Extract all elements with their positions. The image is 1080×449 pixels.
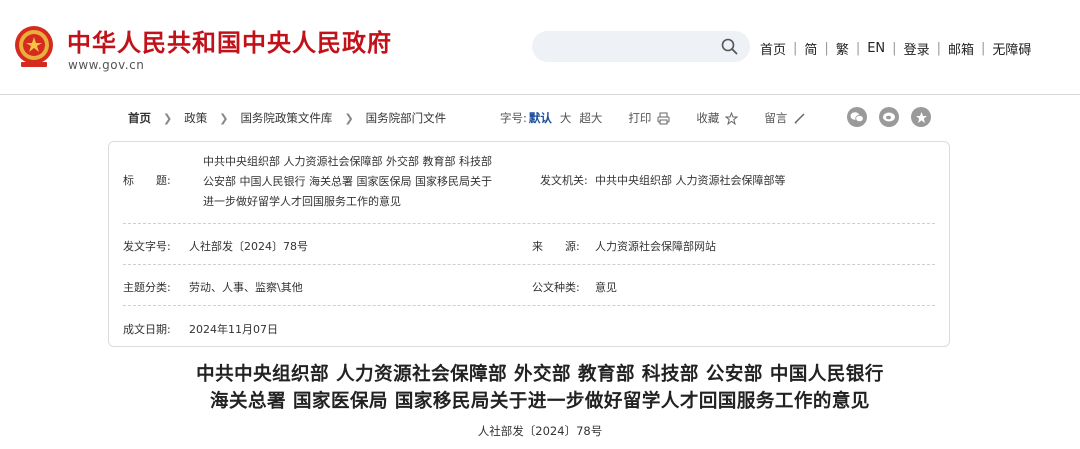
chevron-right-icon: ❯ — [219, 111, 229, 125]
title-value: 中共中央组织部 人力资源社会保障部 外交部 教育部 科技部 公安部 中国人民银行… — [203, 152, 492, 212]
font-size-label: 字号: — [500, 111, 527, 125]
search-input[interactable] — [532, 31, 750, 62]
title-line: 进一步做好留学人才回国服务工作的意见 — [203, 195, 401, 208]
star-icon[interactable] — [911, 107, 931, 127]
nav-separator: | — [980, 41, 986, 56]
print-icon — [657, 112, 670, 124]
doc-type-value: 意见 — [595, 281, 617, 294]
info-row-date: 成文日期: 2024年11月07日 — [123, 306, 935, 347]
star-outline-icon — [725, 111, 739, 125]
title-label: 标 题: — [123, 174, 171, 187]
document-title-line: 海关总署 国家医保局 国家移民局关于进一步做好留学人才回国服务工作的意见 — [210, 391, 870, 412]
font-size-default[interactable]: 默认 — [529, 110, 552, 126]
share-buttons — [847, 107, 943, 127]
issuer-value: 中共中央组织部 人力资源社会保障部等 — [595, 174, 786, 187]
national-emblem-icon[interactable] — [11, 24, 57, 70]
info-row-docno: 发文字号: 人社部发〔2024〕78号 来 源: 人力资源社会保障部网站 — [123, 224, 935, 265]
comment-label: 留言 — [764, 111, 788, 125]
breadcrumb: 首页 ❯ 政策 ❯ 国务院政策文件库 ❯ 国务院部门文件 — [128, 110, 446, 126]
topic-label: 主题分类: — [123, 281, 171, 294]
document-info-box: 标 题: 中共中央组织部 人力资源社会保障部 外交部 教育部 科技部 公安部 中… — [108, 141, 950, 347]
pencil-icon — [794, 112, 805, 124]
breadcrumb-policy-library[interactable]: 国务院政策文件库 — [240, 110, 332, 126]
font-size-large[interactable]: 大 — [560, 110, 572, 126]
source-label: 来 源: — [532, 240, 580, 253]
nav-simplified[interactable]: 简 — [804, 39, 817, 58]
nav-separator: | — [824, 41, 829, 56]
breadcrumb-toolbar: 首页 ❯ 政策 ❯ 国务院政策文件库 ❯ 国务院部门文件 字号: 默认 大 超大… — [0, 104, 1080, 132]
print-button[interactable]: 打印 — [628, 110, 670, 126]
site-header: 中华人民共和国中央人民政府 www.gov.cn 首页 | 简 | 繁 | EN… — [0, 0, 1080, 95]
article-tools: 字号: 默认 大 超大 打印 收藏 留言 — [500, 110, 806, 126]
chevron-right-icon: ❯ — [163, 111, 173, 125]
info-row-title: 标 题: 中共中央组织部 人力资源社会保障部 外交部 教育部 科技部 公安部 中… — [123, 142, 935, 224]
weibo-icon[interactable] — [879, 107, 899, 127]
breadcrumb-policy[interactable]: 政策 — [184, 110, 207, 126]
favorite-button[interactable]: 收藏 — [696, 110, 739, 126]
wechat-icon[interactable] — [847, 107, 867, 127]
top-nav: 首页 | 简 | 繁 | EN | 登录 | 邮箱 | 无障碍 — [760, 39, 1031, 58]
nav-separator: | — [793, 41, 798, 56]
comment-button[interactable]: 留言 — [764, 110, 806, 126]
source-value: 人力资源社会保障部网站 — [595, 240, 716, 253]
search-icon[interactable] — [721, 38, 738, 55]
nav-separator: | — [855, 41, 861, 56]
nav-accessibility[interactable]: 无障碍 — [992, 39, 1031, 58]
favorite-label: 收藏 — [696, 111, 720, 125]
doc-number-label: 发文字号: — [123, 240, 171, 253]
nav-login[interactable]: 登录 — [904, 39, 930, 58]
document-number: 人社部发〔2024〕78号 — [477, 424, 603, 438]
date-label: 成文日期: — [123, 323, 171, 336]
doc-type-label: 公文种类: — [532, 281, 580, 294]
nav-english[interactable]: EN — [867, 41, 885, 56]
doc-number-value: 人社部发〔2024〕78号 — [189, 240, 308, 253]
chevron-right-icon: ❯ — [344, 111, 354, 125]
site-url[interactable]: www.gov.cn — [68, 58, 144, 72]
document-title-line: 中共中央组织部 人力资源社会保障部 外交部 教育部 科技部 公安部 中国人民银行 — [196, 364, 884, 385]
document-title: 中共中央组织部 人力资源社会保障部 外交部 教育部 科技部 公安部 中国人民银行… — [0, 361, 1080, 415]
site-title[interactable]: 中华人民共和国中央人民政府 — [67, 23, 392, 58]
breadcrumb-dept-docs[interactable]: 国务院部门文件 — [366, 110, 447, 126]
nav-mailbox[interactable]: 邮箱 — [948, 39, 974, 58]
nav-home[interactable]: 首页 — [760, 39, 786, 58]
nav-separator: | — [936, 41, 941, 56]
breadcrumb-home[interactable]: 首页 — [128, 110, 151, 126]
title-line: 公安部 中国人民银行 海关总署 国家医保局 国家移民局关于 — [203, 175, 492, 188]
nav-traditional[interactable]: 繁 — [836, 39, 849, 58]
print-label: 打印 — [628, 111, 652, 125]
title-line: 中共中央组织部 人力资源社会保障部 外交部 教育部 科技部 — [203, 155, 492, 168]
nav-separator: | — [892, 41, 897, 56]
issuer-label: 发文机关: — [540, 174, 588, 187]
topic-value: 劳动、人事、监察\其他 — [189, 281, 303, 294]
date-value: 2024年11月07日 — [189, 323, 278, 336]
font-size-xlarge[interactable]: 超大 — [579, 110, 602, 126]
info-row-topic: 主题分类: 劳动、人事、监察\其他 公文种类: 意见 — [123, 265, 935, 306]
